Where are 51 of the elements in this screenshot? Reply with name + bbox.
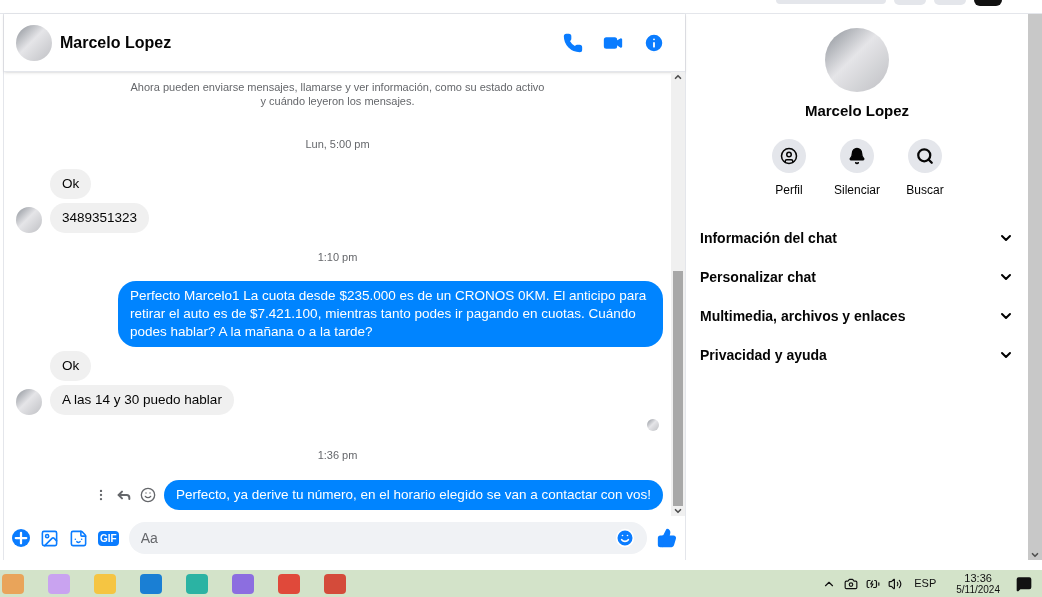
language-indicator[interactable]: ESP: [910, 575, 941, 592]
emoji-icon[interactable]: [139, 486, 156, 503]
app-icon[interactable]: [278, 573, 300, 594]
phone-icon[interactable]: [563, 32, 583, 53]
timestamp: 1:36 pm: [317, 448, 358, 463]
scroll-up-icon[interactable]: [673, 72, 683, 82]
profile-action-button[interactable]: Buscar: [903, 138, 947, 199]
notice-text: Ahora pueden enviarse mensajes, llamarse y ver información, como su estado activo y cuándo leyeron los mensajes.: [130, 80, 545, 108]
profile-action-button[interactable]: Silenciar: [835, 138, 879, 199]
message-bubble: Perfecto Marcelo1 La cuota desde $235.000 es de un CRONOS 0KM. El anticipo para retirar el auto es de $7.421.100, mientras tanto podes ir pagando en cuotas. Cuándo podes hablar? A la mañana o a la tarde?: [118, 281, 663, 347]
profile-name: Marcelo Lopez: [804, 101, 910, 121]
composer-field[interactable]: Aa: [128, 522, 647, 554]
bell-icon: [848, 146, 866, 165]
section-header[interactable]: Privacidad y ayuda: [700, 335, 1014, 375]
thumbs-up-icon[interactable]: [657, 528, 677, 548]
read-receipt-avatar: [647, 419, 659, 431]
clock-time[interactable]: 13:36: [964, 571, 992, 584]
timestamp: 1:10 pm: [317, 249, 358, 265]
app-icon[interactable]: [140, 573, 162, 594]
section-header[interactable]: Multimedia, archivos y enlaces: [700, 296, 1014, 336]
contact-name[interactable]: Marcelo Lopez: [60, 30, 172, 55]
search-icon: [916, 146, 934, 165]
clock-date[interactable]: 5/11/2024: [956, 583, 1000, 596]
message-bubble: Ok: [50, 168, 92, 199]
avatar-photo: [16, 389, 42, 415]
scroll-down-icon[interactable]: [673, 506, 683, 516]
contact-avatar: [16, 24, 52, 61]
profile-icon: [780, 146, 798, 165]
scroll-down-icon[interactable]: [1030, 550, 1040, 560]
message-bubble: A las 14 y 30 puedo hablar: [50, 385, 234, 415]
scrollbar[interactable]: [671, 72, 685, 516]
notifications-icon[interactable]: [1016, 575, 1032, 592]
message-input[interactable]: Aa: [140, 527, 615, 549]
message-bubble: 3489351323: [50, 202, 150, 233]
timestamp: Lun, 5:00 pm: [305, 137, 370, 152]
sticker-icon[interactable]: [69, 528, 88, 548]
profile-action-button[interactable]: Perfil: [767, 138, 811, 199]
section-header[interactable]: Información del chat: [700, 218, 1014, 258]
page-scrollbar[interactable]: [1028, 14, 1042, 560]
message-bubble: Perfecto, ya derive tu número, en el horario elegido se van a contactar con vos!: [163, 479, 663, 510]
app-icon[interactable]: [232, 573, 254, 594]
image-icon[interactable]: [40, 528, 59, 548]
camera-icon[interactable]: [844, 576, 859, 591]
avatar-photo: [16, 206, 42, 233]
volume-icon[interactable]: [888, 576, 903, 591]
gif-button[interactable]: GIF: [98, 530, 119, 546]
plus-icon[interactable]: [12, 529, 30, 547]
message-bubble: Ok: [50, 351, 92, 381]
info-icon[interactable]: [643, 31, 665, 54]
section-header[interactable]: Personalizar chat: [700, 257, 1014, 297]
app-icon[interactable]: [324, 573, 346, 594]
